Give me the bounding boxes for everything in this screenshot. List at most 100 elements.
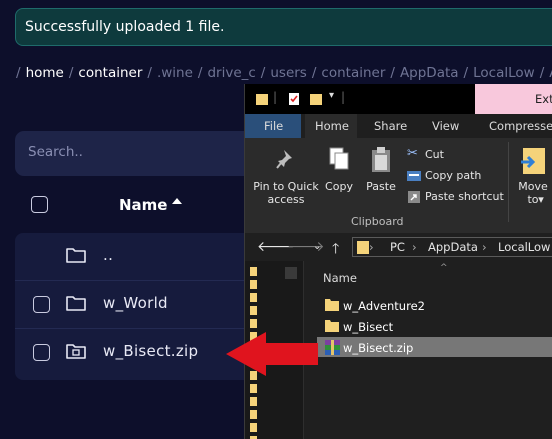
move-to-dropdown-icon: ▾ [538,193,544,206]
breadcrumb-item[interactable]: .wine [157,65,193,81]
properties-icon[interactable] [287,92,301,106]
breadcrumb-item[interactable]: container [321,65,385,81]
copy-label: Copy [325,180,353,193]
paste-shortcut-label: Paste shortcut [425,190,504,203]
tab-file-label: File [264,119,284,133]
file-name: .. [103,246,114,264]
address-separator: › [482,240,487,254]
address-segment[interactable]: AppData [428,240,478,254]
winrar-archive-icon [325,340,340,355]
breadcrumb: / home / container / .wine / drive_c / users / cont… [16,65,552,81]
ribbon-tabs: File Home Share View Compressed [245,114,552,138]
cut-button[interactable]: ✂ Cut [405,146,485,164]
cut-label: Cut [425,148,444,161]
list-item-selected[interactable]: w_Bisect.zip [317,337,552,357]
tab-view[interactable]: View [432,119,459,133]
table-row[interactable]: w_Bisect.zip [15,329,255,377]
ribbon-home: Pin to Quick access Copy Paste ✂ Cut Cop… [245,138,552,234]
copy-icon [329,147,349,170]
toast-message: Successfully uploaded 1 file. [25,19,225,35]
paste-button[interactable]: Paste [363,142,399,212]
breadcrumb-item[interactable]: users [270,65,306,81]
sort-caret-icon: ^ [440,263,448,273]
pin-to-quick-access-button[interactable]: Pin to Quick access [249,142,323,212]
tab-home[interactable]: Home [305,114,357,138]
extract-tab-label: Ext [535,92,552,106]
breadcrumb-item[interactable]: LocalLow [473,65,535,81]
search-input[interactable]: Search.. [15,131,255,176]
breadcrumb-item[interactable]: home [26,65,64,81]
table-row[interactable]: .. [15,233,255,281]
folder-icon [66,248,86,263]
tab-file[interactable]: File [245,114,301,138]
table-row[interactable]: w_World [15,281,255,329]
ribbon-divider [508,142,509,222]
scissors-icon: ✂ [407,146,418,161]
name-column-header[interactable]: Name [119,196,167,214]
clipboard-icon [372,147,390,172]
new-folder-icon[interactable] [309,92,323,106]
pin-icon [276,150,292,169]
tab-home-label: Home [315,119,349,133]
row-checkbox[interactable] [33,344,50,361]
list-item[interactable]: w_Adventure2 [317,295,552,315]
move-to-icon [521,148,545,174]
address-segment[interactable]: LocalLow [498,240,550,254]
pin-label: Pin to Quick access [253,180,319,206]
copy-path-icon [407,171,421,181]
address-bar-row: 🡐 🡒 ⌄ 🡑 › PC › AppData › LocalLow [245,233,552,261]
copy-path-button[interactable]: Copy path [405,167,505,185]
copy-button[interactable]: Copy [323,142,355,212]
breadcrumb-item[interactable]: container [78,65,142,81]
contextual-extract-tab[interactable]: Ext [475,84,552,114]
customize-toolbar-icon[interactable]: ▾ [329,90,334,101]
paste-label: Paste [366,180,396,193]
list-item-label: w_Adventure2 [343,299,425,313]
clipboard-group-label: Clipboard [351,215,404,228]
file-name: w_World [103,294,168,312]
tab-compressed[interactable]: Compressed [489,119,552,133]
breadcrumb-separator: / [68,65,74,81]
separator-icon: | [273,90,278,104]
address-separator: › [412,240,417,254]
breadcrumb-item[interactable]: drive_c [207,65,255,81]
folder-icon [66,296,86,311]
breadcrumb-item[interactable]: AppData [400,65,459,81]
recent-locations-chevron-icon[interactable]: ⌄ [313,241,321,252]
upload-success-toast: Successfully uploaded 1 file. [15,8,552,46]
breadcrumb-separator: / [197,65,203,81]
name-column-header[interactable]: Name [323,271,357,285]
row-checkbox[interactable] [33,296,50,313]
sort-ascending-icon[interactable] [172,198,182,204]
file-name: w_Bisect.zip [103,342,199,360]
list-item[interactable]: w_Bisect [317,316,552,336]
zip-archive-icon [66,344,86,359]
address-segment[interactable]: PC [390,240,405,254]
tab-share[interactable]: Share [374,119,407,133]
paste-shortcut-icon [408,191,420,203]
explorer-window: | ▾ | Ext File Home Share View Compresse… [244,84,552,439]
list-item-label: w_Bisect [343,320,394,334]
move-to-button[interactable]: Move to ▾ [513,142,552,212]
scrollbar[interactable] [285,267,297,279]
select-all-checkbox[interactable] [31,196,48,213]
folder-icon [325,299,339,311]
paste-shortcut-button[interactable]: Paste shortcut [405,188,515,206]
search-placeholder: Search.. [28,144,83,160]
copy-path-label: Copy path [425,169,482,182]
file-list: ^ Name w_Adventure2 w_Bisect w_Bisect.zi… [317,261,552,439]
folder-icon [256,94,268,105]
folder-icon [325,320,339,332]
file-table: .. w_World w_Bisect.zip [15,233,255,380]
list-item-label: w_Bisect.zip [343,341,414,355]
breadcrumb-separator: / [463,65,469,81]
separator-icon: | [341,90,346,104]
breadcrumb-separator: / [311,65,317,81]
title-bar: | ▾ | Ext [245,84,552,114]
address-separator: › [369,240,374,254]
breadcrumb-separator: / [147,65,152,81]
breadcrumb-separator: / [390,65,395,81]
breadcrumb-separator: / [260,65,266,81]
breadcrumb-separator: / [539,65,545,81]
up-arrow-icon[interactable]: 🡑 [332,238,339,262]
